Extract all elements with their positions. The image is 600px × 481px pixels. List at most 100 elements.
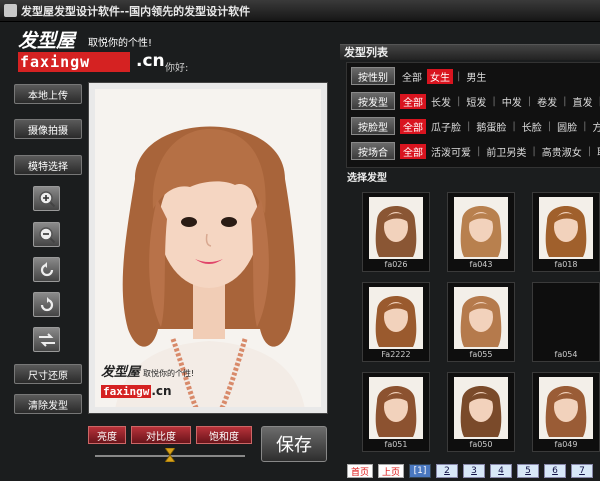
- rotate-left-button[interactable]: [33, 257, 60, 282]
- hairstyle-code: fa043: [469, 260, 493, 269]
- page-link[interactable]: 4: [490, 464, 512, 478]
- hairstyle-image: [454, 377, 508, 439]
- filter-option-gender[interactable]: 全部: [400, 69, 424, 84]
- greeting-text: 你好:: [165, 63, 189, 74]
- zoom-in-icon: [38, 190, 55, 207]
- hairstyle-thumb[interactable]: fa054: [532, 282, 600, 362]
- filter-row-style: 按发型全部长发|短发|中发|卷发|直发|刘: [351, 92, 600, 110]
- hairstyle-thumb[interactable]: fa018: [532, 192, 600, 272]
- filter-option-style[interactable]: 全部: [400, 93, 426, 109]
- rotate-left-icon: [40, 261, 53, 276]
- filter-option-face[interactable]: 方脸: [591, 119, 600, 134]
- filter-option-face[interactable]: 全部: [400, 118, 426, 134]
- app-icon: [4, 4, 17, 17]
- logo-slogan: 取悦你的个性!: [88, 38, 153, 49]
- hairstyle-code: fa018: [554, 260, 578, 269]
- hairstyle-code: fa054: [554, 350, 578, 359]
- hairstyle-code: Fa2222: [381, 350, 411, 359]
- filter-row-face: 按脸型全部瓜子脸|鹅蛋脸|长脸|圆脸|方脸: [351, 117, 600, 135]
- filter-option-face[interactable]: 长脸: [520, 119, 544, 134]
- filter-option-occasion[interactable]: 高贵淑女: [540, 144, 584, 159]
- page-link[interactable]: 5: [517, 464, 539, 478]
- hairstyle-code: fa026: [384, 260, 408, 269]
- hairstyle-image: [454, 287, 508, 349]
- filter-separator: |: [532, 145, 536, 157]
- page-number-list: 234567: [436, 464, 598, 478]
- first-page-link[interactable]: 首页: [347, 464, 373, 478]
- logo-tld: .cn: [136, 51, 165, 71]
- rotate-right-button[interactable]: [33, 292, 60, 317]
- filter-label-face: 按脸型: [351, 117, 395, 135]
- hairstyle-image: [369, 197, 423, 259]
- current-page: [1]: [409, 464, 431, 478]
- filter-option-face[interactable]: 鹅蛋脸: [474, 119, 508, 134]
- flip-horizontal-icon: [38, 332, 55, 347]
- filter-option-occasion[interactable]: 职场: [595, 144, 600, 159]
- hairstyle-thumb[interactable]: fa055: [447, 282, 515, 362]
- zoom-out-button[interactable]: [33, 222, 60, 247]
- watermark-slogan: 取悦你的个性!: [143, 369, 195, 378]
- filter-option-face[interactable]: 圆脸: [555, 119, 579, 134]
- photo-canvas[interactable]: 发型屋 取悦你的个性! faxingw .cn: [88, 82, 328, 414]
- filter-label-style: 按发型: [351, 92, 395, 110]
- filter-row-occasion: 按场合全部活泼可爱|前卫另类|高贵淑女|职场: [351, 142, 600, 160]
- portrait-illustration: [95, 89, 321, 407]
- hairstyle-image: [369, 377, 423, 439]
- select-hairstyle-title: 选择发型: [347, 173, 387, 184]
- hairstyle-thumb[interactable]: fa026: [362, 192, 430, 272]
- filter-option-style[interactable]: 短发: [464, 94, 488, 109]
- filter-option-style[interactable]: 卷发: [535, 94, 559, 109]
- page-link[interactable]: 6: [544, 464, 566, 478]
- hairstyle-image: [539, 377, 593, 439]
- watermark-name: 发型屋: [101, 365, 141, 380]
- contrast-button[interactable]: 对比度: [131, 426, 191, 444]
- page-link[interactable]: 7: [571, 464, 593, 478]
- clear-hair-button[interactable]: 清除发型: [14, 394, 82, 414]
- filter-option-face[interactable]: 瓜子脸: [429, 119, 463, 134]
- prev-page-link[interactable]: 上页: [378, 464, 404, 478]
- hairstyle-code: fa055: [469, 350, 493, 359]
- filter-label-occasion: 按场合: [351, 142, 395, 160]
- window-title: 发型屋发型设计软件--国内领先的发型设计软件: [21, 4, 251, 18]
- reset-size-button[interactable]: 尺寸还原: [14, 364, 82, 384]
- saturation-button[interactable]: 饱和度: [196, 426, 252, 444]
- page-link[interactable]: 3: [463, 464, 485, 478]
- zoom-out-icon: [38, 226, 55, 243]
- portrait-image: 发型屋 取悦你的个性! faxingw .cn: [95, 89, 321, 407]
- watermark: 发型屋 取悦你的个性! faxingw .cn: [101, 361, 194, 399]
- filter-option-occasion[interactable]: 前卫另类: [484, 144, 528, 159]
- filter-option-style[interactable]: 长发: [429, 94, 453, 109]
- filter-separator: |: [583, 120, 587, 132]
- hairstyle-image: [369, 287, 423, 349]
- hairstyle-thumb[interactable]: fa050: [447, 372, 515, 452]
- flip-button[interactable]: [33, 327, 60, 352]
- zoom-in-button[interactable]: [33, 186, 60, 211]
- hairstyle-thumb[interactable]: fa051: [362, 372, 430, 452]
- hairstyle-thumb[interactable]: fa049: [532, 372, 600, 452]
- filter-separator: |: [563, 95, 567, 107]
- filter-separator: |: [492, 95, 496, 107]
- filter-option-gender[interactable]: 男生: [464, 69, 488, 84]
- filter-option-style[interactable]: 中发: [500, 94, 524, 109]
- hairstyle-code: fa050: [469, 440, 493, 449]
- hairstyle-image: [539, 197, 593, 259]
- filter-panel: 按性别全部女生|男生 按发型全部长发|短发|中发|卷发|直发|刘 按脸型全部瓜子…: [346, 62, 600, 168]
- save-button[interactable]: 保存: [261, 426, 327, 462]
- page-link[interactable]: 2: [436, 464, 458, 478]
- brightness-button[interactable]: 亮度: [88, 426, 126, 444]
- upload-button[interactable]: 本地上传: [14, 84, 82, 104]
- filter-separator: |: [512, 120, 516, 132]
- adjust-slider-knob[interactable]: [165, 448, 175, 462]
- hairstyle-code: fa051: [384, 440, 408, 449]
- filter-option-gender[interactable]: 女生: [427, 68, 453, 84]
- filter-option-occasion[interactable]: 全部: [400, 143, 426, 159]
- filter-option-style[interactable]: 直发: [571, 94, 595, 109]
- hairstyle-thumb[interactable]: Fa2222: [362, 282, 430, 362]
- watermark-tld: .cn: [151, 384, 172, 398]
- logo-domain: faxingw: [18, 52, 130, 72]
- filter-option-occasion[interactable]: 活泼可爱: [429, 144, 473, 159]
- rotate-right-icon: [40, 296, 53, 311]
- camera-button[interactable]: 摄像拍摄: [14, 119, 82, 139]
- model-select-button[interactable]: 模特选择: [14, 155, 82, 175]
- hairstyle-thumb[interactable]: fa043: [447, 192, 515, 272]
